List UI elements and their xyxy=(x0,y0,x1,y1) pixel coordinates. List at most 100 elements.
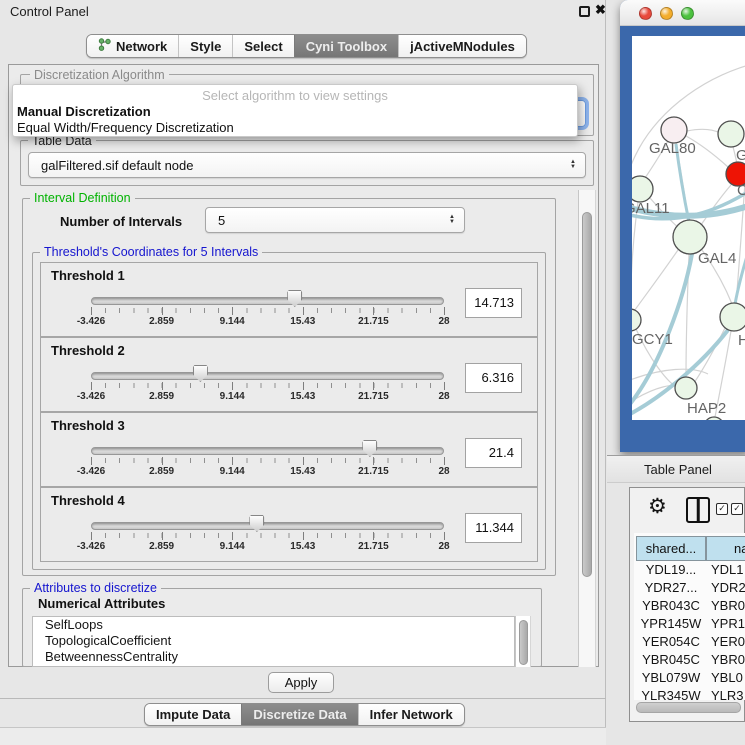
table-row[interactable]: YBL079WYBL0 xyxy=(636,669,745,687)
table-row[interactable]: YPR145WYPR1 xyxy=(636,615,745,633)
network-canvas[interactable]: GAL80GACGAL11GAL4GCY1HHAP2 xyxy=(632,36,745,420)
minimize-light-icon[interactable] xyxy=(660,7,673,20)
apply-button[interactable]: Apply xyxy=(268,672,334,693)
node-label: GCY1 xyxy=(632,331,673,348)
gear-icon[interactable]: ⚙ xyxy=(648,495,667,519)
network-view-window[interactable]: GAL80GACGAL11GAL4GCY1HHAP2 xyxy=(620,0,745,452)
threshold-value-box[interactable]: 11.344 xyxy=(465,513,522,543)
axis-tick-label: 9.144 xyxy=(220,541,245,552)
table-row[interactable]: YDL19...YDL1 xyxy=(636,561,745,579)
checkbox-icon[interactable]: ✓ xyxy=(731,503,743,515)
network-node-gcy1[interactable] xyxy=(632,309,641,331)
zoom-light-icon[interactable] xyxy=(681,7,694,20)
axis-tick-label: 9.144 xyxy=(220,316,245,327)
tab-style[interactable]: Style xyxy=(178,35,232,57)
column-header[interactable]: na xyxy=(706,536,745,561)
network-node[interactable] xyxy=(704,417,724,420)
table-cell: YER0 xyxy=(706,633,745,651)
attributes-scrollbar[interactable] xyxy=(515,616,531,667)
threshold-value-box[interactable]: 14.713 xyxy=(465,288,522,318)
axis-tick-label: 15.43 xyxy=(290,316,315,327)
threshold-panel: Threshold 1 -3.4262.8599.14415.4321.7152… xyxy=(40,262,538,337)
slider-track[interactable] xyxy=(91,372,444,380)
algorithm-option-equal-width-frequency-discretization[interactable]: Equal Width/Frequency Discretization xyxy=(15,120,575,136)
attributes-scrollbar-thumb[interactable] xyxy=(519,620,528,665)
axis-tick-label: 28 xyxy=(438,541,449,552)
checkbox-icon[interactable]: ✓ xyxy=(716,503,728,515)
table-data-value: galFiltered.sif default node xyxy=(41,158,193,173)
slider-track[interactable] xyxy=(91,447,444,455)
algorithm-popup-options: Manual DiscretizationEqual Width/Frequen… xyxy=(15,104,575,136)
table-row[interactable]: YER054CYER0 xyxy=(636,633,745,651)
numerical-attributes-list[interactable]: SelfLoopsTopologicalCoefficientBetweenne… xyxy=(32,616,515,667)
slider-minor-ticks xyxy=(91,308,445,313)
table-data-combobox[interactable]: galFiltered.sif default node ▲▼ xyxy=(28,152,586,178)
tab-jactivemnodules[interactable]: jActiveMNodules xyxy=(398,35,526,57)
float-window-icon[interactable] xyxy=(579,6,590,17)
network-node-gal11[interactable] xyxy=(632,176,653,202)
table-cell: YBR0 xyxy=(706,651,745,669)
tab-impute-data[interactable]: Impute Data xyxy=(145,704,241,725)
slider-track[interactable] xyxy=(91,522,444,530)
threshold-panel: Threshold 2 -3.4262.8599.14415.4321.7152… xyxy=(40,337,538,412)
network-edge[interactable] xyxy=(632,250,678,314)
network-node-h[interactable] xyxy=(720,303,745,331)
axis-tick xyxy=(91,307,92,315)
close-icon[interactable]: ✖ xyxy=(595,2,606,18)
network-edge[interactable] xyxy=(687,129,720,133)
tab-select[interactable]: Select xyxy=(232,35,293,57)
tab-discretize-data[interactable]: Discretize Data xyxy=(241,704,357,725)
axis-tick xyxy=(303,532,304,540)
column-header[interactable]: shared... xyxy=(636,536,706,561)
threshold-value-box[interactable]: 21.4 xyxy=(465,438,522,468)
num-intervals-spinner[interactable]: 5 ▲▼ xyxy=(205,207,465,233)
spinner-icon[interactable]: ▲▼ xyxy=(570,160,576,170)
tab-infer-network[interactable]: Infer Network xyxy=(358,704,464,725)
slider-minor-ticks xyxy=(91,383,445,388)
slider-track[interactable] xyxy=(91,297,444,305)
threshold-value-box[interactable]: 6.316 xyxy=(465,363,522,393)
axis-tick xyxy=(303,307,304,315)
columns-icon[interactable] xyxy=(686,497,710,523)
thresholds-group-title: Threshold's Coordinates for 5 Intervals xyxy=(40,245,262,259)
node-label: HAP2 xyxy=(687,400,726,417)
close-light-icon[interactable] xyxy=(639,7,652,20)
table-cell: YDR27... xyxy=(636,579,706,597)
attribute-item-betweennesscentrality[interactable]: BetweennessCentrality xyxy=(33,649,514,665)
panel-scrollbar[interactable] xyxy=(578,190,596,667)
table-cell: YPR145W xyxy=(636,615,706,633)
axis-tick-label: 9.144 xyxy=(220,466,245,477)
numerical-attributes-label: Numerical Attributes xyxy=(38,596,165,611)
tab-cyni-toolbox[interactable]: Cyni Toolbox xyxy=(294,35,398,57)
axis-tick-label: 21.715 xyxy=(358,316,389,327)
node-label: H xyxy=(738,332,745,349)
algorithm-dropdown-popup: Select algorithm to view settings Manual… xyxy=(12,84,578,137)
attribute-item-selfloops[interactable]: SelfLoops xyxy=(33,617,514,633)
tab-label: Discretize Data xyxy=(253,707,346,722)
table-row[interactable]: YDR27...YDR2 xyxy=(636,579,745,597)
panel-scrollbar-thumb[interactable] xyxy=(582,212,592,577)
axis-tick-label: 15.43 xyxy=(290,466,315,477)
spinner-icon[interactable]: ▲▼ xyxy=(449,215,455,225)
table-horizontal-scrollbar[interactable] xyxy=(636,702,741,713)
algorithm-option-manual-discretization[interactable]: Manual Discretization xyxy=(15,104,575,120)
network-node-ga[interactable] xyxy=(718,121,744,147)
network-node-gal4[interactable] xyxy=(673,220,707,254)
table-cell: YDL19... xyxy=(636,561,706,579)
table-row[interactable]: YBR043CYBR0 xyxy=(636,597,745,615)
tab-network[interactable]: Network xyxy=(87,35,178,57)
network-node-hap2[interactable] xyxy=(675,377,697,399)
network-window-titlebar[interactable] xyxy=(620,0,745,26)
axis-tick-label: 21.715 xyxy=(358,541,389,552)
axis-tick xyxy=(303,382,304,390)
axis-tick-label: 2.859 xyxy=(149,541,174,552)
slider-minor-ticks xyxy=(91,458,445,463)
node-label: GAL11 xyxy=(632,200,670,217)
attribute-item-topologicalcoefficient[interactable]: TopologicalCoefficient xyxy=(33,633,514,649)
network-edge[interactable] xyxy=(694,328,725,383)
axis-tick xyxy=(162,532,163,540)
axis-tick-label: 15.43 xyxy=(290,391,315,402)
axis-tick-label: -3.426 xyxy=(77,541,105,552)
table-row[interactable]: YBR045CYBR0 xyxy=(636,651,745,669)
table-panel-title: Table Panel xyxy=(644,462,712,477)
